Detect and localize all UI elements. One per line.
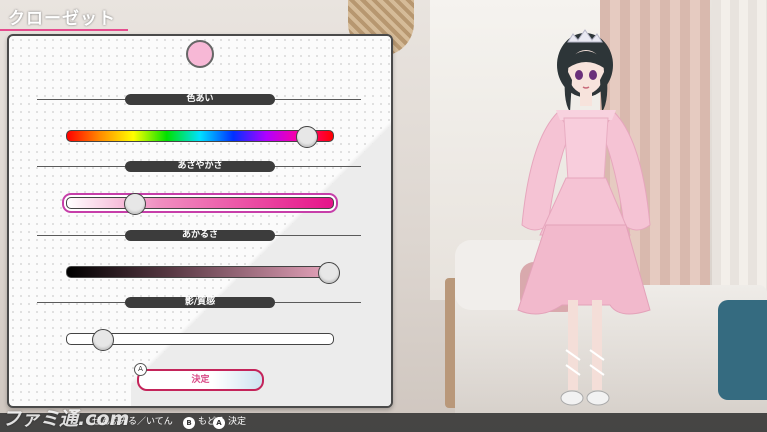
- saturation-slider[interactable]: [66, 193, 334, 215]
- brightness-slider[interactable]: [66, 262, 340, 284]
- brightness-slider-knob[interactable]: [317, 262, 340, 284]
- b-button-icon: B: [183, 416, 195, 429]
- hint-confirm-label: 決定: [228, 417, 247, 427]
- screen-title-area: クローゼット: [0, 0, 140, 33]
- curtain-right: [712, 0, 767, 320]
- hue-slider[interactable]: [66, 126, 334, 148]
- shade-texture-label: 影/質感: [125, 297, 275, 308]
- blue-blanket: [718, 300, 767, 400]
- title-underline: [0, 29, 128, 31]
- saturation-slider-knob[interactable]: [123, 193, 146, 215]
- color-preview-swatch: [186, 40, 214, 68]
- saturation-label: あざやかさ: [125, 161, 275, 172]
- hint-confirm[interactable]: A 決定: [213, 416, 246, 429]
- famitsu-watermark: ファミ通.com: [2, 408, 130, 430]
- panel-shade: [131, 106, 391, 406]
- screen-title: クローゼット: [8, 9, 116, 29]
- brightness-label: あかるさ: [125, 230, 275, 241]
- a-button-icon: A: [213, 416, 225, 429]
- shade-texture-slider-knob[interactable]: [91, 329, 114, 351]
- color-adjust-panel: 色あい あざやかさ あかるさ 影/質感 決定 A: [7, 34, 393, 408]
- hue-label: 色あい: [125, 94, 275, 105]
- a-button-badge: A: [134, 363, 147, 376]
- confirm-button[interactable]: 決定: [137, 369, 264, 391]
- shade-texture-slider[interactable]: [66, 329, 334, 351]
- character-avatar: [517, 29, 651, 406]
